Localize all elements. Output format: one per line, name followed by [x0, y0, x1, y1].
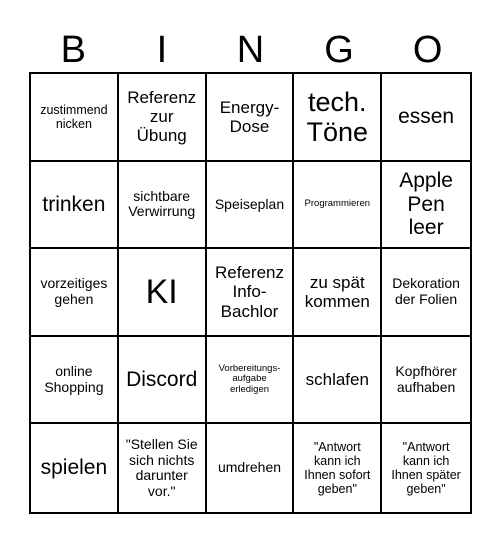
bingo-cell[interactable]: "Antwort kann ich Ihnen sofort geben": [294, 424, 383, 512]
bingo-cell-text: KI: [145, 272, 178, 311]
bingo-cell-text: "Stellen Sie sich nichts darunter vor.": [125, 435, 198, 499]
bingo-cell-text: Apple Pen leer: [399, 169, 453, 240]
bingo-cell[interactable]: Discord: [118, 336, 207, 425]
header-letter-g: G: [324, 29, 354, 71]
bingo-cell-text: online Shopping: [44, 362, 104, 395]
bingo-cell-text: zustimmend nicken: [40, 102, 108, 131]
bingo-cell[interactable]: Kopfhörer aufhaben: [382, 337, 470, 425]
bingo-cell[interactable]: zu spät kommen: [294, 249, 383, 337]
bingo-cell[interactable]: trinken: [31, 161, 119, 250]
bingo-cell-text: trinken: [42, 192, 106, 216]
bingo-cell[interactable]: Speiseplan: [206, 161, 295, 250]
bingo-cell-text: "Antwort kann ich Ihnen sofort geben": [304, 440, 371, 497]
bingo-cell[interactable]: zustimmend nicken: [31, 74, 119, 162]
bingo-cell[interactable]: KI: [118, 249, 207, 337]
bingo-cell[interactable]: umdrehen: [207, 424, 295, 512]
header-letter-o: O: [412, 29, 443, 71]
bingo-cell[interactable]: Energy- Dose: [206, 74, 295, 162]
bingo-cell-text: tech. Töne: [306, 86, 369, 147]
bingo-cell[interactable]: tech. Töne: [294, 74, 383, 162]
bingo-cell-text: schlafen: [305, 370, 369, 390]
bingo-cell[interactable]: schlafen: [294, 336, 383, 425]
bingo-cell[interactable]: spielen: [31, 424, 119, 512]
bingo-cell[interactable]: vorzeitiges gehen: [31, 249, 119, 337]
bingo-cell[interactable]: sichtbare Verwirrung: [118, 161, 207, 250]
bingo-cell[interactable]: "Stellen Sie sich nichts darunter vor.": [119, 424, 207, 512]
bingo-cell-text: Energy- Dose: [219, 97, 280, 136]
bingo-cell-text: Referenz Info- Bachlor: [215, 263, 284, 321]
bingo-cell-text: essen: [398, 105, 455, 129]
bingo-header: B I N G O: [29, 28, 472, 72]
bingo-cell-text: vorzeitiges gehen: [40, 275, 108, 307]
bingo-cell-text: Kopfhörer aufhaben: [395, 362, 457, 395]
bingo-cell-text: Discord: [126, 367, 198, 391]
bingo-cell-text: Programmieren: [304, 198, 371, 210]
bingo-cell[interactable]: essen: [382, 74, 470, 162]
bingo-cell-text: zu spät kommen: [304, 272, 370, 311]
header-letter-i: I: [156, 29, 168, 71]
bingo-cell-text: spielen: [40, 456, 108, 480]
bingo-cell[interactable]: Vorbereitungs-aufgabe erledigen: [206, 336, 295, 425]
bingo-cell-text: "Antwort kann ich Ihnen später geben": [391, 440, 461, 497]
bingo-cell[interactable]: online Shopping: [31, 336, 119, 425]
bingo-cell-text: sichtbare Verwirrung: [128, 187, 196, 220]
bingo-cell[interactable]: Programmieren: [294, 161, 383, 250]
bingo-cell[interactable]: "Antwort kann ich Ihnen später geben": [382, 424, 470, 512]
bingo-cell-text: Speiseplan: [214, 195, 285, 212]
bingo-grid: zustimmend nicken Referenz zur Übung Energy- D…: [29, 72, 472, 514]
bingo-cell[interactable]: Referenz zur Übung: [118, 74, 207, 162]
bingo-cell[interactable]: Apple Pen leer: [382, 162, 470, 250]
bingo-cell[interactable]: Dekoration der Folien: [382, 249, 470, 337]
bingo-cell-text: Vorbereitungs-aufgabe erledigen: [218, 362, 281, 395]
header-letter-n: N: [236, 29, 265, 71]
bingo-cell-text: Dekoration der Folien: [392, 275, 460, 307]
bingo-cell[interactable]: Referenz Info- Bachlor: [206, 249, 295, 337]
bingo-cell-text: umdrehen: [217, 459, 282, 476]
bingo-cell-text: Referenz zur Übung: [127, 88, 197, 146]
header-letter-b: B: [60, 29, 86, 71]
